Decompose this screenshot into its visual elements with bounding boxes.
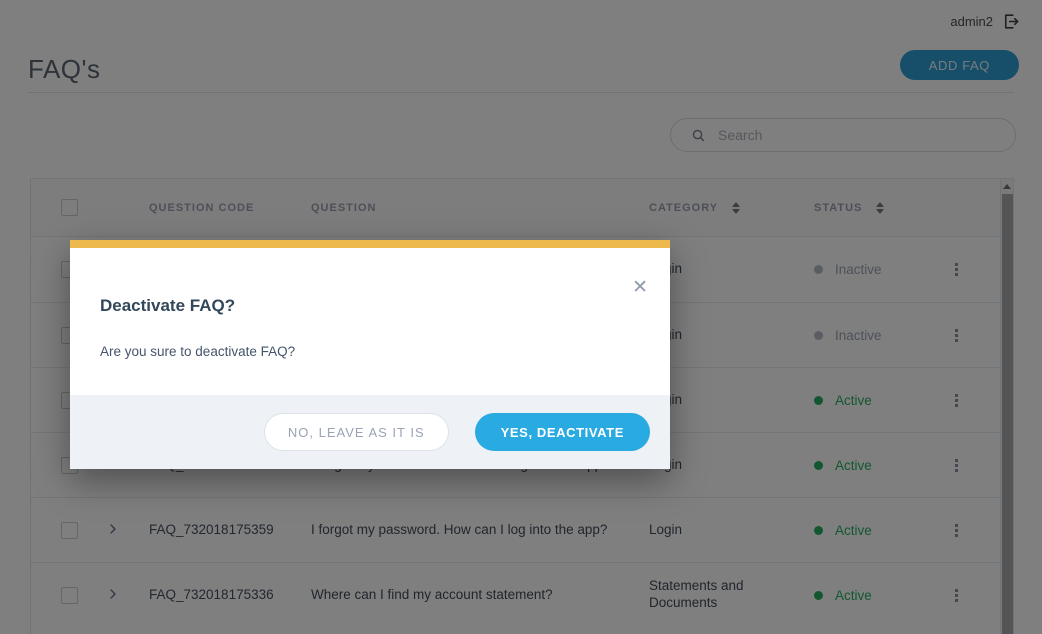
modal-body: ✕ Deactivate FAQ? Are you sure to deacti…: [70, 248, 670, 395]
confirm-deactivate-button[interactable]: YES, DEACTIVATE: [475, 413, 650, 451]
modal-close-button[interactable]: ✕: [628, 274, 652, 301]
modal-accent-bar: [70, 240, 670, 248]
modal-message: Are you sure to deactivate FAQ?: [100, 344, 640, 359]
deactivate-faq-modal: ✕ Deactivate FAQ? Are you sure to deacti…: [70, 240, 670, 469]
modal-title: Deactivate FAQ?: [100, 296, 640, 316]
close-icon: ✕: [632, 277, 648, 298]
cancel-deactivate-button[interactable]: NO, LEAVE AS IT IS: [264, 413, 449, 451]
faq-admin-page: admin2 FAQ's ADD FAQ Q: [0, 0, 1042, 634]
modal-footer: NO, LEAVE AS IT IS YES, DEACTIVATE: [70, 395, 670, 469]
